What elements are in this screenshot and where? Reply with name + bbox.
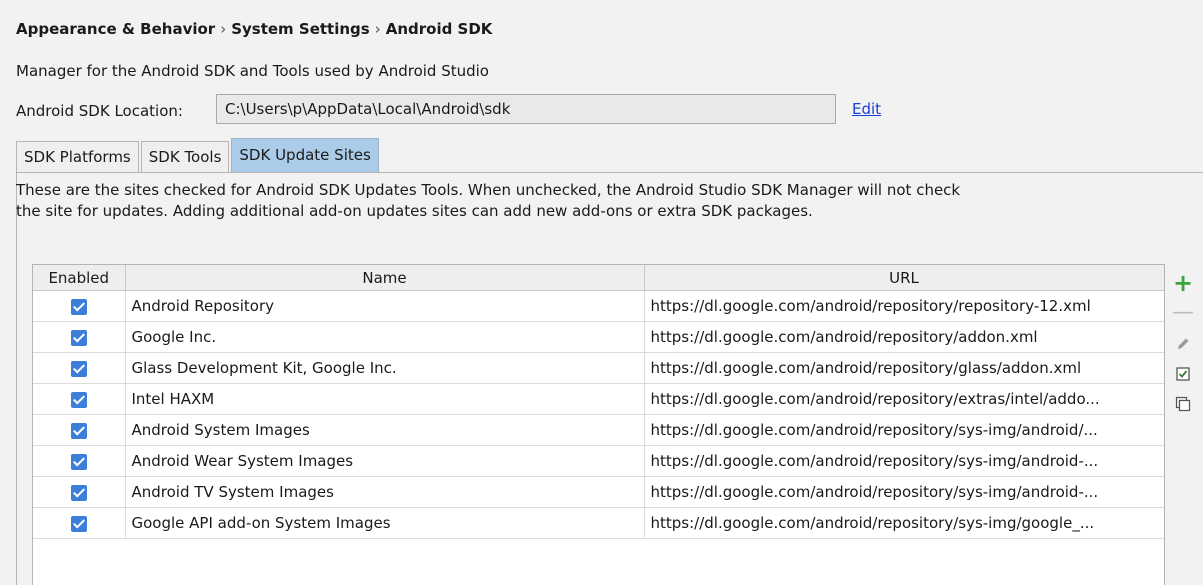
enabled-checkbox[interactable] (70, 298, 87, 315)
edit-sdk-location-link[interactable]: Edit (852, 100, 881, 118)
page-description: Manager for the Android SDK and Tools us… (16, 62, 489, 80)
tab-bar: SDK Platforms SDK Tools SDK Update Sites (16, 138, 381, 172)
enabled-cell (33, 445, 126, 477)
enabled-checkbox[interactable] (70, 515, 87, 532)
deselect-all-icon[interactable] (1170, 390, 1196, 416)
site-url: https://dl.google.com/android/repository… (644, 507, 1164, 539)
site-name: Android System Images (125, 414, 645, 446)
breadcrumb: Appearance & Behavior › System Settings › An… (16, 20, 492, 38)
table-row[interactable]: Google Inc. https://dl.google.com/androi… (33, 321, 1164, 353)
plus-icon[interactable]: + (1170, 270, 1196, 296)
table-row[interactable]: Intel HAXM https://dl.google.com/android… (33, 383, 1164, 415)
table-row[interactable]: Android System Images https://dl.google.… (33, 414, 1164, 446)
column-header-url[interactable]: URL (644, 265, 1164, 291)
tab-sdk-update-sites[interactable]: SDK Update Sites (231, 138, 379, 172)
site-url: https://dl.google.com/android/repository… (644, 290, 1164, 322)
breadcrumb-item-system-settings: System Settings (231, 20, 370, 38)
site-name: Intel HAXM (125, 383, 645, 415)
site-url: https://dl.google.com/android/repository… (644, 414, 1164, 446)
enabled-cell (33, 321, 126, 353)
enabled-checkbox[interactable] (70, 422, 87, 439)
pencil-icon[interactable] (1170, 330, 1196, 356)
select-all-icon[interactable] (1170, 360, 1196, 386)
tab-sdk-platforms[interactable]: SDK Platforms (16, 141, 139, 172)
site-name: Android Wear System Images (125, 445, 645, 477)
site-url: https://dl.google.com/android/repository… (644, 383, 1164, 415)
breadcrumb-separator: › (220, 20, 227, 38)
site-url: https://dl.google.com/android/repository… (644, 352, 1164, 384)
enabled-checkbox[interactable] (70, 360, 87, 377)
breadcrumb-item-android-sdk: Android SDK (385, 20, 493, 38)
site-url: https://dl.google.com/android/repository… (644, 476, 1164, 508)
enabled-cell (33, 507, 126, 539)
site-name: Android Repository (125, 290, 645, 322)
breadcrumb-item-appearance: Appearance & Behavior (16, 20, 216, 38)
enabled-cell (33, 476, 126, 508)
table-row[interactable]: Android TV System Images https://dl.goog… (33, 476, 1164, 508)
table-row[interactable]: Glass Development Kit, Google Inc. https… (33, 352, 1164, 384)
breadcrumb-separator: › (374, 20, 381, 38)
site-url: https://dl.google.com/android/repository… (644, 321, 1164, 353)
table-row[interactable]: Android Wear System Images https://dl.go… (33, 445, 1164, 477)
table-header-row: Enabled Name URL (33, 265, 1164, 291)
enabled-checkbox[interactable] (70, 453, 87, 470)
enabled-cell (33, 352, 126, 384)
table-row[interactable]: Google API add-on System Images https://… (33, 507, 1164, 539)
enabled-checkbox[interactable] (70, 391, 87, 408)
update-sites-table: Enabled Name URL Android Repository http… (32, 264, 1165, 585)
site-name: Android TV System Images (125, 476, 645, 508)
enabled-checkbox[interactable] (70, 329, 87, 346)
site-name: Google Inc. (125, 321, 645, 353)
sdk-location-field[interactable]: C:\Users\p\AppData\Local\Android\sdk (216, 94, 836, 124)
minus-icon[interactable]: — (1170, 300, 1196, 326)
site-name: Google API add-on System Images (125, 507, 645, 539)
site-url: https://dl.google.com/android/repository… (644, 445, 1164, 477)
enabled-cell (33, 414, 126, 446)
tab-sdk-tools[interactable]: SDK Tools (140, 141, 230, 172)
site-name: Glass Development Kit, Google Inc. (125, 352, 645, 384)
column-header-enabled[interactable]: Enabled (33, 265, 126, 291)
column-header-name[interactable]: Name (125, 265, 645, 291)
sdk-location-label: Android SDK Location: (16, 102, 183, 120)
table-row[interactable]: Android Repository https://dl.google.com… (33, 290, 1164, 322)
enabled-checkbox[interactable] (70, 484, 87, 501)
enabled-cell (33, 290, 126, 322)
panel-description: These are the sites checked for Android … (16, 181, 961, 220)
enabled-cell (33, 383, 126, 415)
